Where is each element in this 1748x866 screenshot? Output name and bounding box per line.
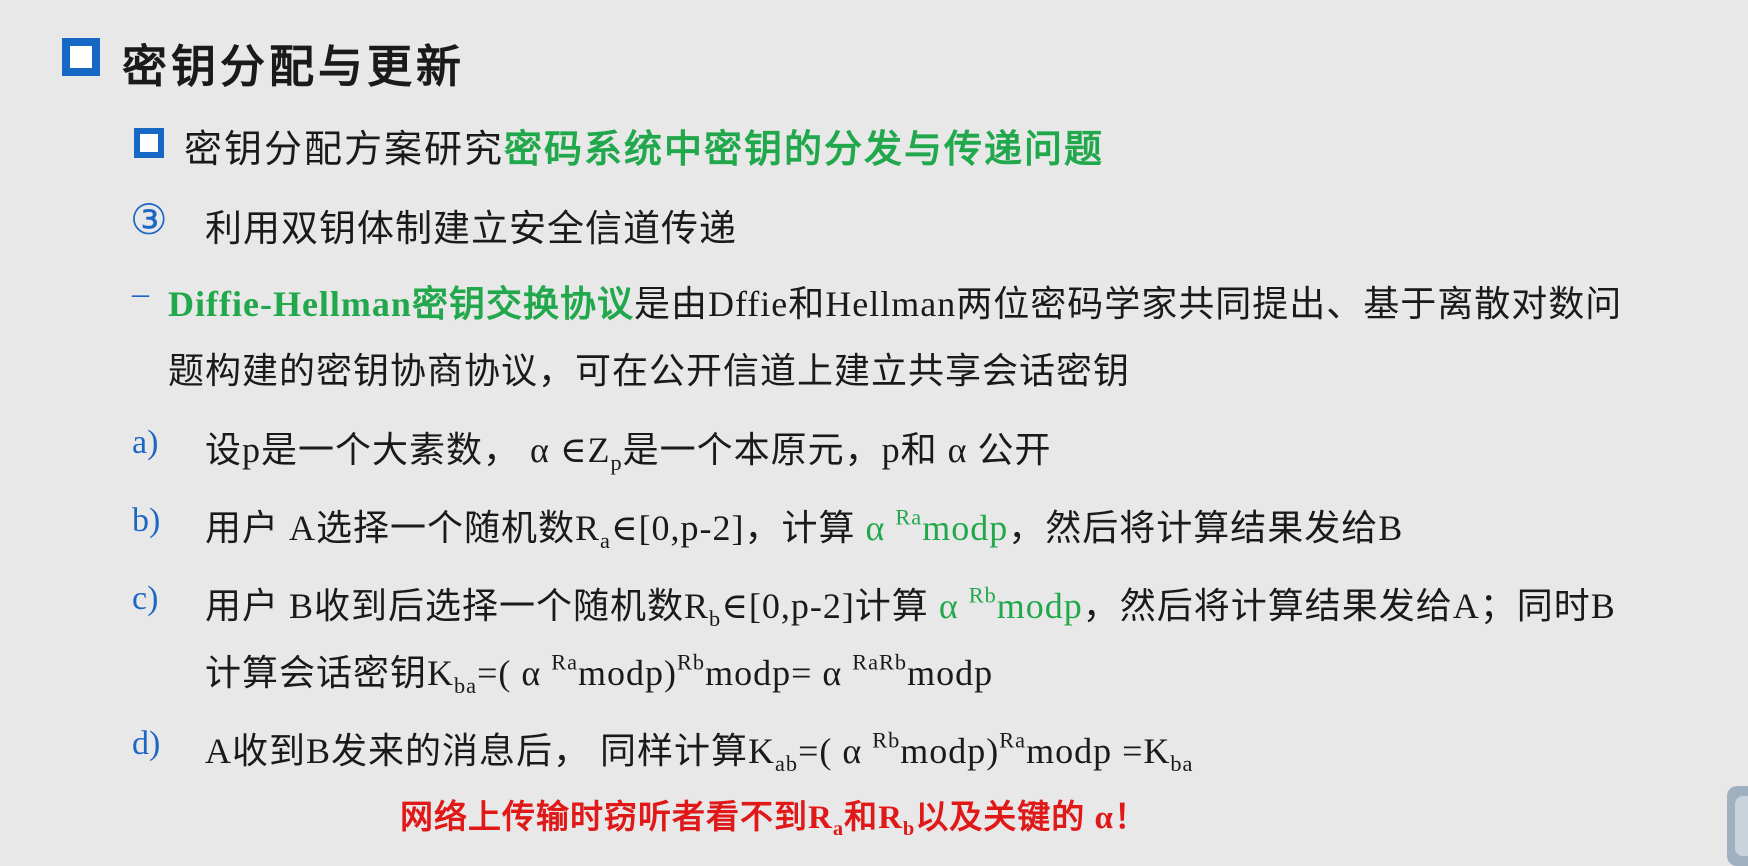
item-a-text: 设p是一个大素数， α ∈Zp是一个本原元，p和 α 公开	[205, 421, 1052, 473]
item-c-modp: modp	[996, 586, 1083, 626]
title-bullet-icon	[62, 38, 100, 76]
item-a-part1: 设p是一个大素数， α ∈Z	[205, 430, 611, 470]
warning-part3: 以及关键的 α！	[915, 800, 1148, 836]
item-d-part3: modp)	[900, 731, 1000, 771]
warning-text: 网络上传输时窃听者看不到Ra和Rb以及关键的 α！	[400, 790, 1148, 841]
page-title: 密钥分配与更新	[122, 42, 466, 92]
item-c-part1: 用户 B收到后选择一个随机数R	[205, 586, 710, 626]
item-d-sup1: Rb	[872, 727, 901, 753]
subtitle-prefix: 密钥分配方案研究	[184, 129, 505, 171]
warning-sub2: b	[902, 818, 916, 841]
item-b-sup: Ra	[895, 504, 923, 530]
item-b-label: b)	[132, 502, 161, 539]
item-c-l2-sub: ba	[454, 672, 478, 698]
item-b-text: 用户 A选择一个随机数Ra∈[0,p-2]，计算 α Ramodp，然后将计算结…	[205, 499, 1404, 553]
item-b-part3: ，然后将计算结果发给B	[1008, 508, 1404, 548]
warning-part1: 网络上传输时窃听者看不到R	[400, 800, 833, 836]
item-b-sub: a	[600, 527, 611, 553]
item-c-l2-part1: 计算会话密钥K	[205, 653, 454, 693]
item-b-part1: 用户 A选择一个随机数R	[205, 508, 601, 548]
item-a-part2: 是一个本原元，p和 α 公开	[622, 430, 1052, 470]
subtitle: 密钥分配方案研究密码系统中密钥的分发与传递问题	[184, 118, 1104, 173]
item-d-sub1: ab	[775, 750, 799, 776]
nav-tab-icon	[1735, 796, 1748, 856]
item-a-label: a)	[132, 424, 159, 461]
item-c-label: c)	[132, 580, 159, 617]
item-d-part1: A收到B发来的消息后， 同样计算K	[205, 731, 776, 771]
item3-marker: ③	[130, 198, 168, 244]
item-c-l2-part5: modp	[907, 653, 994, 693]
item-d-label: d)	[132, 725, 161, 762]
item-c-alpha: α	[938, 586, 969, 626]
item-c-l2-sup2: Rb	[677, 649, 706, 675]
item-a-sub: p	[610, 449, 623, 475]
item-c-line2: 计算会话密钥Kba=( α Ramodp)Rbmodp= α RaRbmodp	[205, 644, 994, 698]
item-c-l2-sup1: Ra	[551, 649, 579, 675]
item-d-part2: =( α	[798, 731, 873, 771]
dh-highlight: Diffie-Hellman密钥交换协议	[168, 284, 634, 324]
item-c-l2-part3: modp)	[578, 653, 678, 693]
item-c-l2-part2: =( α	[477, 653, 552, 693]
dh-line1: Diffie-Hellman密钥交换协议是由Dffie和Hellman两位密码学…	[168, 275, 1622, 327]
item-c-sub: b	[709, 605, 722, 631]
item-b-alpha: α	[865, 508, 896, 548]
item-b-modp: modp	[922, 508, 1009, 548]
dh-line1-rest: 是由Dffie和Hellman两位密码学家共同提出、基于离散对数问	[633, 284, 1623, 324]
dh-line2: 题构建的密钥协商协议，可在公开信道上建立共享会话密钥	[168, 351, 1131, 391]
item-c-part3: ，然后将计算结果发给A；同时B	[1082, 586, 1616, 626]
warning-sub1: a	[832, 818, 845, 841]
item-c-part2: ∈[0,p-2]计算	[721, 586, 939, 626]
item-d-text: A收到B发来的消息后， 同样计算Kab=( α Rbmodp)Ramodp =K…	[205, 722, 1194, 776]
item3-text: 利用双钥体制建立安全信道传递	[205, 209, 737, 250]
subtitle-highlight: 密码系统中密钥的分发与传递问题	[504, 129, 1105, 171]
item-c-l2-part4: modp= α	[705, 653, 853, 693]
item-c-l2-sup3: RaRb	[852, 649, 908, 675]
dh-dash: –	[132, 275, 149, 312]
item-d-sup2: Ra	[999, 727, 1027, 753]
item-b-part2: ∈[0,p-2]，计算	[610, 508, 866, 548]
item-c-line1: 用户 B收到后选择一个随机数Rb∈[0,p-2]计算 α Rbmodp，然后将计…	[205, 577, 1616, 631]
item-d-sub2: ba	[1170, 750, 1194, 776]
subtitle-bullet-icon	[134, 128, 164, 158]
item-d-part4: modp =K	[1026, 731, 1171, 771]
warning-part2: 和R	[844, 800, 903, 836]
item-c-sup: Rb	[968, 582, 997, 608]
